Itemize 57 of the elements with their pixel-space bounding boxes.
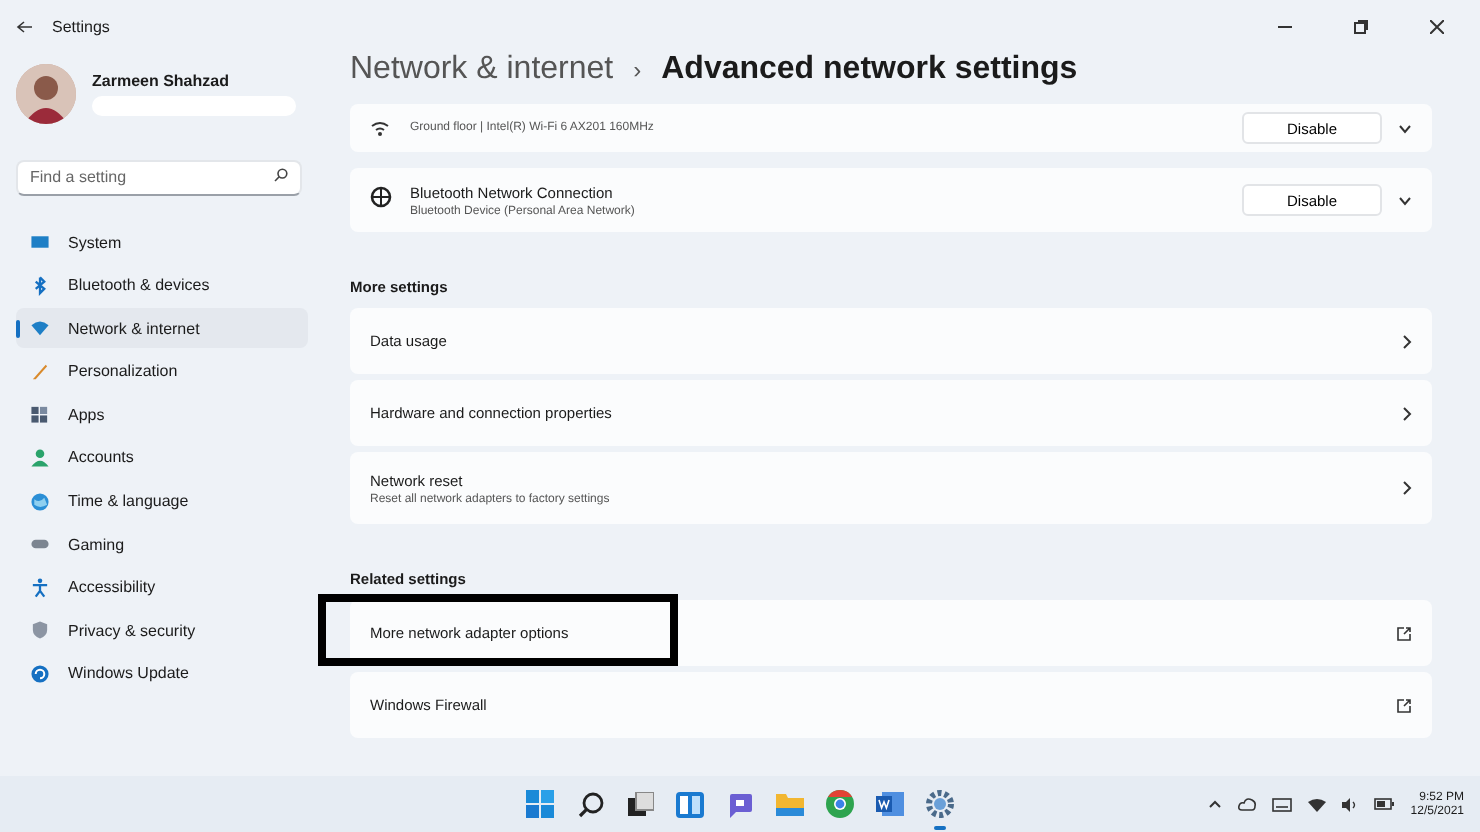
- globe-icon: [370, 186, 392, 208]
- speaker-icon[interactable]: [1342, 797, 1359, 811]
- sidebar-item[interactable]: Personalization: [16, 351, 308, 392]
- chrome-icon[interactable]: [826, 790, 854, 818]
- category-icon: [30, 275, 50, 296]
- breadcrumb-link[interactable]: Network & internet: [350, 52, 614, 88]
- wifi-icon[interactable]: [1308, 797, 1327, 811]
- search-field[interactable]: Find a setting: [16, 159, 302, 195]
- restore-icon[interactable]: [1353, 19, 1367, 33]
- sidebar-item[interactable]: Bluetooth & devices: [16, 265, 308, 306]
- close-icon[interactable]: [1429, 19, 1443, 33]
- chevron-right-icon: [1402, 480, 1412, 496]
- widgets-icon[interactable]: [676, 791, 704, 817]
- sidebar-item[interactable]: Time & language: [16, 481, 308, 522]
- category-icon: [30, 491, 50, 512]
- sidebar-item[interactable]: Gaming: [16, 524, 308, 565]
- external-link-icon: [1396, 625, 1412, 641]
- caret-up-icon[interactable]: [1208, 800, 1223, 808]
- back-arrow-icon[interactable]: [16, 19, 32, 33]
- chat-icon[interactable]: [726, 791, 754, 817]
- sidebar-item[interactable]: Accessibility: [16, 567, 308, 608]
- window-title: Settings: [52, 17, 110, 35]
- category-icon: [30, 318, 50, 339]
- document-app-icon[interactable]: [876, 790, 904, 818]
- user-name: Zarmeen Shahzad: [92, 72, 231, 90]
- category-icon: [30, 620, 50, 641]
- sidebar-item[interactable]: Privacy & security: [16, 610, 308, 651]
- cloud-icon[interactable]: [1238, 796, 1257, 812]
- sidebar-item[interactable]: Windows Update: [16, 653, 308, 694]
- folder-icon[interactable]: [776, 792, 804, 816]
- breadcrumb-separator: ›: [633, 56, 642, 84]
- category-icon: [30, 361, 50, 382]
- windows-start-icon[interactable]: [526, 790, 554, 818]
- category-icon: [30, 232, 50, 252]
- search-icon: [274, 167, 288, 181]
- chevron-right-icon: [1402, 405, 1412, 421]
- sidebar-item[interactable]: Apps: [16, 394, 308, 435]
- gear-icon[interactable]: [926, 790, 954, 818]
- chevron-right-icon: [1402, 333, 1412, 349]
- minimize-icon[interactable]: [1277, 25, 1291, 27]
- category-icon: [30, 663, 50, 684]
- external-link-icon: [1396, 697, 1412, 713]
- sidebar-item[interactable]: Network & internet: [16, 308, 308, 349]
- category-icon: [30, 447, 50, 468]
- search-icon[interactable]: [577, 791, 603, 817]
- sidebar-item[interactable]: System: [16, 222, 308, 262]
- page-title: Advanced network settings: [661, 52, 1078, 88]
- keyboard-icon[interactable]: [1272, 797, 1293, 811]
- category-icon: [30, 404, 50, 425]
- chevron-down-icon[interactable]: [1398, 123, 1412, 133]
- sidebar-item[interactable]: Accounts: [16, 437, 308, 478]
- battery-icon[interactable]: [1374, 798, 1395, 810]
- task-view-icon[interactable]: [627, 792, 653, 816]
- chevron-down-icon[interactable]: [1398, 195, 1412, 205]
- category-icon: [30, 577, 50, 598]
- avatar: [16, 64, 76, 124]
- wifi-icon: [370, 120, 390, 136]
